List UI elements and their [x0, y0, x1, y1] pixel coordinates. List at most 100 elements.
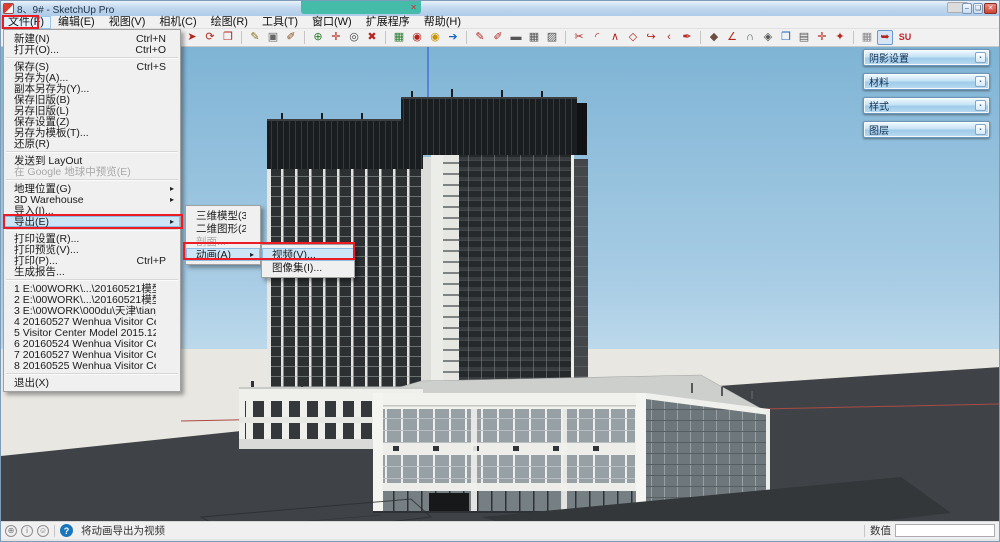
sign-in-status-icon[interactable]: ☺ — [37, 525, 49, 537]
file-menu-recent-7[interactable]: 7 20160527 Wenhua Visitor Center — [4, 349, 180, 360]
orbit-icon[interactable]: ⊕ — [310, 30, 326, 45]
divider — [54, 525, 55, 537]
file-menu-recent-6[interactable]: 6 20160524 Wenhua Visitor Center — [4, 338, 180, 349]
scale-tool-icon[interactable]: ◈ — [760, 30, 776, 45]
export-submenu: 三维模型(3)... 二维图形(2)... 剖面... 动画(A) ▸ — [185, 205, 261, 265]
pen-tool-icon[interactable]: ✒ — [679, 30, 695, 45]
paint-bucket-icon[interactable]: ✐ — [283, 30, 299, 45]
help-icon[interactable]: ? — [60, 524, 73, 537]
tray-expand-icon[interactable]: ▪ — [975, 52, 986, 63]
text-tool-icon[interactable]: ✎ — [247, 30, 263, 45]
pan-icon[interactable]: ✛ — [328, 30, 344, 45]
menu-window[interactable]: 窗口(W) — [305, 16, 359, 29]
status-bar: ⊕ i ☺ ? 将动画导出为视频 数值 — [1, 521, 1000, 539]
roof-tool-icon[interactable]: ∧ — [607, 30, 623, 45]
toolbar-icon[interactable] — [466, 31, 467, 44]
eraser-tool-icon[interactable]: ✂ — [571, 30, 587, 45]
toolbar-icon[interactable] — [565, 31, 566, 44]
toolbar-icon[interactable] — [241, 31, 242, 44]
file-menu-item-open[interactable]: 打开(O)... Ctrl+O — [4, 44, 180, 55]
section-plane-icon[interactable]: ❒ — [778, 30, 794, 45]
tray-styles[interactable]: 样式 ▪ — [863, 97, 990, 114]
tray-layers[interactable]: 图层 ▪ — [863, 121, 990, 138]
toolbar-icon[interactable] — [853, 31, 854, 44]
make-component-icon[interactable]: ⟳ — [202, 30, 218, 45]
file-menu-recent-8[interactable]: 8 20160525 Wenhua Visitor Center — [4, 360, 180, 371]
file-menu-item-geo-location[interactable]: 地理位置(G) ▸ — [4, 183, 180, 194]
axes-tool-icon[interactable]: ✛ — [814, 30, 830, 45]
sketchup-window: 8、9# - SketchUp Pro ✕ – ❏ ✕ 文件(F)编辑(E)视图… — [0, 0, 1000, 542]
menu-camera[interactable]: 相机(C) — [152, 16, 203, 29]
dimension-tool-icon[interactable]: ▤ — [796, 30, 812, 45]
export-video-button[interactable]: ➥ — [877, 30, 893, 45]
file-menu-recent-4[interactable]: 4 20160527 Wenhua Visitor Center — [4, 316, 180, 327]
background-window-artifact: ✕ — [301, 1, 421, 14]
file-menu-item-export[interactable]: 导出(E) ▸ — [4, 216, 180, 227]
polygon-tool-icon[interactable]: ◇ — [625, 30, 641, 45]
status-hint: 将动画导出为视频 — [81, 523, 859, 538]
submenu-arrow-icon: ▸ — [246, 250, 254, 259]
pushpull-tool-icon[interactable]: ◆ — [706, 30, 722, 45]
close-button[interactable]: ✕ — [984, 3, 997, 14]
menu-help[interactable]: 帮助(H) — [417, 16, 468, 29]
followme-tool-icon[interactable]: ✦ — [832, 30, 848, 45]
component-browser-icon[interactable]: ▦ — [859, 30, 875, 45]
export-submenu-animation[interactable]: 动画(A) ▸ — [186, 248, 260, 261]
tray-expand-icon[interactable]: ▪ — [975, 76, 986, 87]
freehand-tool-icon[interactable]: ✐ — [490, 30, 506, 45]
app-icon — [4, 4, 13, 13]
globe-alt-icon[interactable]: ◉ — [427, 30, 443, 45]
menu-edit[interactable]: 编辑(E) — [51, 16, 102, 29]
toolbar-icon[interactable] — [385, 31, 386, 44]
file-menu-item-generate-report[interactable]: 生成报告... — [4, 266, 180, 277]
share-model-icon[interactable]: ➔ — [445, 30, 461, 45]
arc-tool-icon[interactable]: ◜ — [589, 30, 605, 45]
animation-submenu-image-set[interactable]: 图像集(I)... — [262, 261, 354, 274]
file-menu: 新建(N) Ctrl+N 打开(O)... Ctrl+O 保存(S) Ctrl+… — [3, 29, 181, 392]
maximize-button[interactable]: ❏ — [973, 3, 983, 14]
geo-map-icon[interactable]: ▦ — [391, 30, 407, 45]
protractor-tool-icon[interactable]: ∠ — [724, 30, 740, 45]
submenu-arrow-icon: ▸ — [166, 195, 174, 204]
su-logo-icon[interactable]: SU — [895, 30, 915, 45]
divider — [864, 525, 865, 537]
file-menu-recent-3[interactable]: 3 E:\00WORK\000du\天津\tianjin — [4, 305, 180, 316]
geolocation-status-icon[interactable]: ⊕ — [5, 525, 17, 537]
arc-ruler-icon[interactable]: ∩ — [742, 30, 758, 45]
file-menu-recent-5[interactable]: 5 Visitor Center Model 2015.12.22 — [4, 327, 180, 338]
tray-expand-icon[interactable]: ▪ — [975, 124, 986, 135]
select-tool-icon[interactable]: ➤ — [184, 30, 200, 45]
menu-view[interactable]: 视图(V) — [102, 16, 153, 29]
menu-tools[interactable]: 工具(T) — [255, 16, 305, 29]
credits-status-icon[interactable]: i — [21, 525, 33, 537]
tray-expand-icon[interactable]: ▪ — [975, 100, 986, 111]
file-menu-item-revert[interactable]: 还原(R) — [4, 138, 180, 149]
globe-icon[interactable]: ◉ — [409, 30, 425, 45]
zoom-icon[interactable]: ◎ — [346, 30, 362, 45]
measurement-label: 数值 — [870, 523, 891, 538]
animation-submenu: 视频(V)... 图像集(I)... — [261, 244, 355, 278]
file-menu-item-exit[interactable]: 退出(X) — [4, 377, 180, 388]
grid-tool-icon[interactable]: ▦ — [526, 30, 542, 45]
toolbar-icon[interactable] — [304, 31, 305, 44]
3d-text-icon[interactable]: ▣ — [265, 30, 281, 45]
measurement-input[interactable] — [895, 524, 995, 537]
rotate-tool-icon[interactable]: ↪ — [643, 30, 659, 45]
tray-materials[interactable]: 材料 ▪ — [863, 73, 990, 90]
rectangle-tool-icon[interactable]: ▬ — [508, 30, 524, 45]
menu-draw[interactable]: 绘图(R) — [204, 16, 255, 29]
tray-shadow-settings[interactable]: 阴影设置 ▪ — [863, 49, 990, 66]
menu-extensions[interactable]: 扩展程序 — [359, 16, 417, 29]
toolbar-icon[interactable] — [700, 31, 701, 44]
menu-file[interactable]: 文件(F) — [1, 16, 51, 29]
minimize-button[interactable]: – — [962, 3, 972, 14]
window-title: 8、9# - SketchUp Pro — [17, 1, 114, 16]
file-menu-item-preview-in-google-earth[interactable]: 在 Google 地球中预览(E) — [4, 166, 180, 177]
submenu-arrow-icon: ▸ — [166, 217, 174, 226]
line-tool-icon[interactable]: ✎ — [472, 30, 488, 45]
polyline-tool-icon[interactable]: ‹ — [661, 30, 677, 45]
hatch-tool-icon[interactable]: ▨ — [544, 30, 560, 45]
zoom-extents-icon[interactable]: ✖ — [364, 30, 380, 45]
submenu-arrow-icon: ▸ — [166, 184, 174, 193]
paint-swap-icon[interactable]: ❐ — [220, 30, 236, 45]
